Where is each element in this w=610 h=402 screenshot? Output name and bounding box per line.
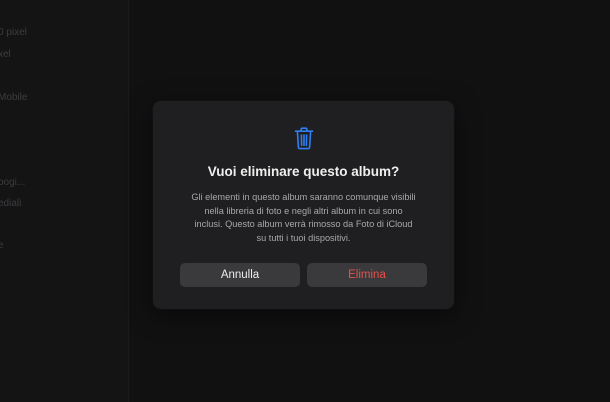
sidebar-item[interactable]: xel — [0, 48, 128, 64]
sidebar-item-label: 0 pixel — [0, 27, 27, 38]
sidebar: 0 pixel xel Mobile oogi... ediali e — [0, 0, 129, 402]
sidebar-item-label: xel — [0, 49, 11, 60]
delete-button[interactable]: Elimina — [307, 263, 427, 287]
photos-app-window: 0 pixel xel Mobile oogi... ediali e Vuoi… — [0, 0, 610, 402]
sidebar-item[interactable]: Mobile — [0, 91, 128, 107]
sidebar-item[interactable]: ediali — [0, 197, 128, 213]
sidebar-item[interactable]: e — [0, 239, 128, 255]
dialog-title: Vuoi eliminare questo album? — [207, 164, 400, 179]
sidebar-item-label: e — [0, 240, 4, 251]
delete-album-dialog: Vuoi eliminare questo album? Gli element… — [153, 101, 454, 309]
trash-icon — [294, 127, 314, 150]
sidebar-item-label: oogi... — [0, 177, 26, 188]
sidebar-item[interactable]: oogi... — [0, 176, 128, 192]
cancel-button[interactable]: Annulla — [180, 263, 300, 287]
dialog-message: Gli elementi in questo album saranno com… — [191, 192, 416, 244]
sidebar-item-label: Mobile — [0, 92, 28, 103]
sidebar-item-label: ediali — [0, 198, 22, 209]
sidebar-item[interactable]: 0 pixel — [0, 26, 128, 42]
